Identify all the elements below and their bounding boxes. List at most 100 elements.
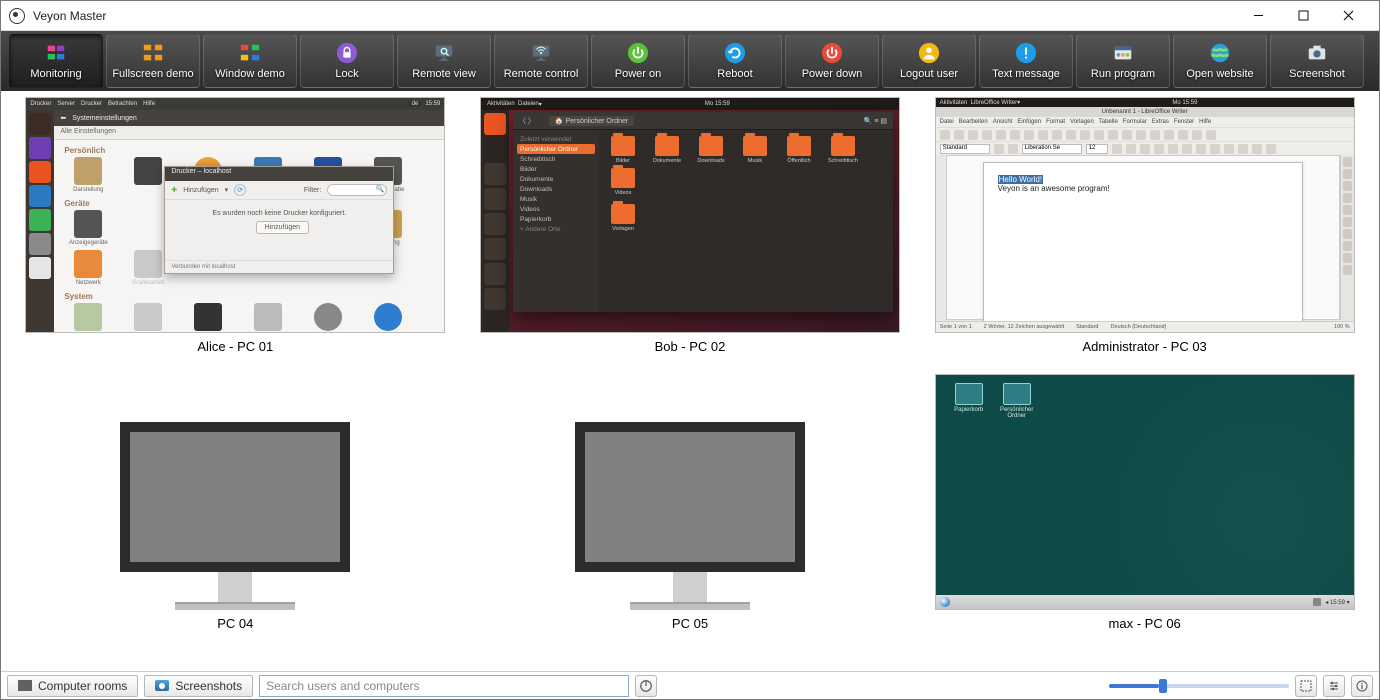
text-message-icon	[1015, 42, 1037, 64]
toolbar-label: Monitoring	[30, 68, 81, 80]
computer-grid: Drucker Server Drucker Betrachten Hilfe …	[1, 91, 1379, 671]
fullscreen-demo-icon	[142, 42, 164, 64]
desktop-icon-label: Persönlicher Ordner	[1000, 407, 1033, 419]
menu-item: Hilfe	[143, 101, 155, 107]
computer-tile-pc01[interactable]: Drucker Server Drucker Betrachten Hilfe …	[13, 97, 458, 354]
close-button[interactable]	[1326, 0, 1371, 30]
power-down-icon	[821, 42, 843, 64]
computer-caption: Bob - PC 02	[655, 339, 726, 354]
monitoring-button[interactable]: Monitoring	[9, 34, 103, 88]
lang-indicator: de	[409, 101, 422, 107]
maximize-button[interactable]	[1281, 0, 1326, 30]
computer-caption: PC 05	[672, 616, 708, 631]
zoom-slider[interactable]	[1109, 684, 1289, 688]
window-demo-button[interactable]: Window demo	[203, 34, 297, 88]
screenshot-button[interactable]: Screenshot	[1270, 34, 1364, 88]
computer-caption: PC 04	[217, 616, 253, 631]
toolbar-label: Logout user	[900, 68, 958, 80]
lock-icon	[336, 42, 358, 64]
info-button[interactable]	[1351, 675, 1373, 697]
power-button[interactable]	[635, 675, 657, 697]
menu-item: Drucker	[30, 101, 51, 107]
power-on-icon	[627, 42, 649, 64]
text-message-button[interactable]: Text message	[979, 34, 1073, 88]
menu-item: Drucker	[81, 101, 102, 107]
reboot-icon	[724, 42, 746, 64]
toolbar-label: Fullscreen demo	[112, 68, 193, 80]
computer-caption: max - PC 06	[1109, 616, 1181, 631]
computer-tile-pc04[interactable]: PC 04	[13, 374, 458, 631]
minimize-button[interactable]	[1236, 0, 1281, 30]
computer-thumbnail-offline	[25, 374, 445, 610]
placeholder-text: Search users and computers	[266, 679, 419, 693]
status-bar: Computer rooms Screenshots Search users …	[1, 671, 1379, 699]
reboot-button[interactable]: Reboot	[688, 34, 782, 88]
toolbar-label: Lock	[335, 68, 358, 80]
toolbar-label: Power down	[802, 68, 863, 80]
globe-icon	[1209, 42, 1231, 64]
open-website-button[interactable]: Open website	[1173, 34, 1267, 88]
camera-icon	[155, 680, 169, 691]
menu-item: Server	[57, 101, 75, 107]
window-heading: Systemeinstellungen	[72, 115, 137, 122]
toolbar-label: Text message	[992, 68, 1060, 80]
toolbar-label: Run program	[1091, 68, 1155, 80]
monitoring-icon	[45, 42, 67, 64]
toolbar-label: Remote view	[412, 68, 476, 80]
remote-control-button[interactable]: Remote control	[494, 34, 588, 88]
section-label: Persönlich	[54, 140, 444, 157]
remote-view-icon	[433, 42, 455, 64]
app-icon	[9, 8, 25, 24]
toolbar-label: Reboot	[717, 68, 752, 80]
fit-button[interactable]	[1295, 675, 1317, 697]
offline-monitor-icon	[575, 422, 805, 610]
computer-thumbnail: Aktivitäten Dateien ▾Mo 15:59 〈 〉 🏠 Pers…	[480, 97, 900, 333]
remote-control-icon	[530, 42, 552, 64]
computer-thumbnail: Drucker Server Drucker Betrachten Hilfe …	[25, 97, 445, 333]
fullscreen-demo-button[interactable]: Fullscreen demo	[106, 34, 200, 88]
fit-icon	[1300, 680, 1312, 692]
power-on-button[interactable]: Power on	[591, 34, 685, 88]
run-program-icon	[1112, 42, 1134, 64]
search-input[interactable]: Search users and computers	[259, 675, 629, 697]
computer-tile-pc05[interactable]: PC 05	[468, 374, 913, 631]
computer-tile-pc06[interactable]: Papierkorb Persönlicher Ordner ◂ 15:59 ▾…	[922, 374, 1367, 631]
toolbar-label: Remote control	[504, 68, 579, 80]
offline-monitor-icon	[120, 422, 350, 610]
sliders-icon	[1328, 680, 1340, 692]
computer-caption: Administrator - PC 03	[1083, 339, 1207, 354]
menu-item: Betrachten	[108, 101, 137, 107]
computer-caption: Alice - PC 01	[197, 339, 273, 354]
toolbar-label: Open website	[1186, 68, 1253, 80]
toolbar-label: Screenshot	[1289, 68, 1345, 80]
power-icon	[639, 679, 653, 693]
power-down-button[interactable]: Power down	[785, 34, 879, 88]
camera-icon	[1306, 42, 1328, 64]
remote-view-button[interactable]: Remote view	[397, 34, 491, 88]
monitor-icon	[18, 680, 32, 691]
toolbar-label: Power on	[615, 68, 661, 80]
breadcrumb: Alle Einstellungen	[54, 126, 444, 140]
info-icon	[1356, 680, 1368, 692]
computer-thumbnail: Aktivitäten LibreOffice Writer ▾Mo 15:59…	[935, 97, 1355, 333]
computer-tile-pc02[interactable]: Aktivitäten Dateien ▾Mo 15:59 〈 〉 🏠 Pers…	[468, 97, 913, 354]
computer-thumbnail: Papierkorb Persönlicher Ordner ◂ 15:59 ▾	[935, 374, 1355, 610]
computer-rooms-button[interactable]: Computer rooms	[7, 675, 138, 697]
lock-button[interactable]: Lock	[300, 34, 394, 88]
main-toolbar: Monitoring Fullscreen demo Window demo L…	[1, 31, 1379, 91]
section-label: System	[54, 286, 444, 303]
logout-user-icon	[918, 42, 940, 64]
adjust-button[interactable]	[1323, 675, 1345, 697]
toolbar-label: Window demo	[215, 68, 285, 80]
button-label: Screenshots	[175, 679, 242, 693]
screenshots-button[interactable]: Screenshots	[144, 675, 253, 697]
window-title: Veyon Master	[33, 9, 1236, 23]
button-label: Computer rooms	[38, 679, 127, 693]
run-program-button[interactable]: Run program	[1076, 34, 1170, 88]
computer-thumbnail-offline	[480, 374, 900, 610]
clock: 15:59	[425, 101, 440, 107]
printer-dialog: Drucker – localhost ✚ Hinzufügen▾ ⟳ Filt…	[164, 166, 394, 274]
clock: 15:59	[1330, 600, 1345, 606]
computer-tile-pc03[interactable]: Aktivitäten LibreOffice Writer ▾Mo 15:59…	[922, 97, 1367, 354]
logout-user-button[interactable]: Logout user	[882, 34, 976, 88]
